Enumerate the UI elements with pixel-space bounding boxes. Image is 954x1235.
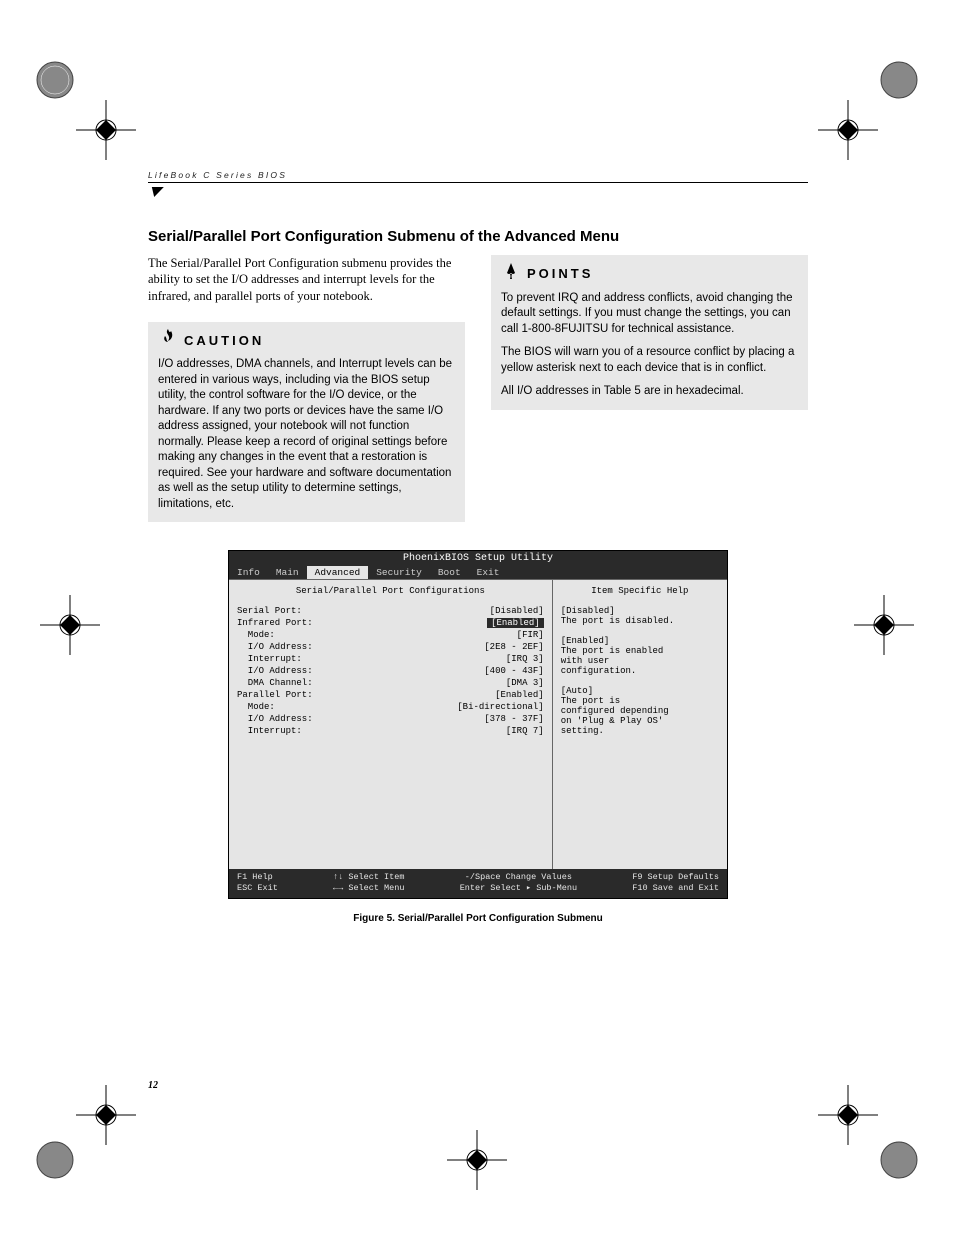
points-p2: The BIOS will warn you of a resource con… [501, 345, 798, 376]
section-title: Serial/Parallel Port Configuration Subme… [148, 228, 808, 245]
bios-setting-label: Mode: [237, 702, 275, 712]
caution-callout: CAUTION I/O addresses, DMA channels, and… [148, 322, 465, 523]
points-callout: POINTS To prevent IRQ and address confli… [491, 255, 808, 410]
bios-setting-value: [FIR] [517, 630, 544, 640]
bios-setting-row: Parallel Port: [Enabled] [237, 690, 544, 700]
bios-help-line: configured depending [561, 706, 719, 716]
bios-setting-label: I/O Address: [237, 642, 313, 652]
bios-tab: Advanced [307, 566, 369, 579]
section-marker-icon [148, 187, 164, 197]
footer-f10: F10 Save and Exit [632, 883, 719, 894]
bios-setting-label: Parallel Port: [237, 690, 313, 700]
bios-help-line: with user [561, 656, 719, 666]
bios-menubar: InfoMainAdvancedSecurityBootExit [229, 566, 727, 579]
crosshair-icon [818, 1085, 878, 1145]
caution-label: CAUTION [184, 332, 264, 350]
regmark-icon [30, 55, 80, 105]
bios-tab: Info [229, 566, 268, 579]
bios-setting-row: Mode: [FIR] [237, 630, 544, 640]
bios-setting-label: Mode: [237, 630, 275, 640]
bios-setting-value: [Disabled] [490, 606, 544, 616]
bios-help-line: [Disabled] [561, 606, 719, 616]
crosshair-icon [818, 100, 878, 160]
bios-setting-row: Mode: [Bi-directional] [237, 702, 544, 712]
regmark-icon [874, 55, 924, 105]
bios-setting-value: [2E8 - 2EF] [484, 642, 543, 652]
bios-setting-value: [IRQ 7] [506, 726, 544, 736]
bios-tab: Security [368, 566, 430, 579]
bios-setting-row: Interrupt: [IRQ 7] [237, 726, 544, 736]
bios-subtitle: Serial/Parallel Port Configurations [237, 586, 544, 596]
bios-help-line: [Enabled] [561, 636, 719, 646]
bios-help-line [561, 676, 719, 686]
crosshair-icon [447, 1130, 507, 1190]
footer-select-item: ↑↓ Select Item [333, 872, 404, 883]
pen-icon [501, 261, 521, 287]
bios-help-heading: Item Specific Help [561, 586, 719, 596]
bios-setting-row: Serial Port: [Disabled] [237, 606, 544, 616]
bios-help-line: configuration. [561, 666, 719, 676]
bios-setting-value: [Enabled] [487, 618, 544, 628]
caution-body: I/O addresses, DMA channels, and Interru… [158, 357, 455, 512]
bios-tab: Boot [430, 566, 469, 579]
points-p3: All I/O addresses in Table 5 are in hexa… [501, 384, 798, 400]
bios-setting-value: [DMA 3] [506, 678, 544, 688]
bios-setting-value: [378 - 37F] [484, 714, 543, 724]
bios-setting-row: I/O Address: [400 - 43F] [237, 666, 544, 676]
bios-setting-row: I/O Address: [378 - 37F] [237, 714, 544, 724]
crosshair-icon [40, 595, 100, 655]
bios-setting-row: DMA Channel: [DMA 3] [237, 678, 544, 688]
points-label: POINTS [527, 265, 593, 283]
bios-help-line: [Auto] [561, 686, 719, 696]
footer-f1: F1 Help [237, 872, 273, 883]
bios-setting-label: Interrupt: [237, 654, 302, 664]
bios-help-line: The port is enabled [561, 646, 719, 656]
bios-tab: Main [268, 566, 307, 579]
figure-caption: Figure 5. Serial/Parallel Port Configura… [228, 913, 728, 924]
crosshair-icon [854, 595, 914, 655]
bios-setting-label: DMA Channel: [237, 678, 313, 688]
bios-setting-label: Interrupt: [237, 726, 302, 736]
running-header: LifeBook C Series BIOS [148, 170, 808, 180]
bios-help-line: The port is [561, 696, 719, 706]
footer-select-menu: ←→ Select Menu [333, 883, 404, 894]
bios-help-line: The port is disabled. [561, 616, 719, 626]
footer-change-values: -/Space Change Values [465, 872, 572, 883]
bios-setting-label: I/O Address: [237, 714, 313, 724]
bios-setting-label: I/O Address: [237, 666, 313, 676]
bios-setting-value: [Bi-directional] [457, 702, 543, 712]
intro-paragraph: The Serial/Parallel Port Configuration s… [148, 255, 465, 304]
bios-help-line: setting. [561, 726, 719, 736]
header-rule [148, 182, 808, 183]
bios-setting-label: Infrared Port: [237, 618, 313, 628]
bios-setting-row: Infrared Port: [Enabled] [237, 618, 544, 628]
crosshair-icon [76, 100, 136, 160]
crosshair-icon [76, 1085, 136, 1145]
bios-setting-row: Interrupt: [IRQ 3] [237, 654, 544, 664]
bios-setting-label: Serial Port: [237, 606, 302, 616]
points-p1: To prevent IRQ and address conflicts, av… [501, 291, 798, 338]
bios-help-line: on 'Plug & Play OS' [561, 716, 719, 726]
footer-f9: F9 Setup Defaults [632, 872, 719, 883]
bios-title: PhoenixBIOS Setup Utility [229, 551, 727, 566]
bios-figure: PhoenixBIOS Setup Utility InfoMainAdvanc… [228, 550, 728, 923]
bios-help-line [561, 626, 719, 636]
bios-setting-value: [IRQ 3] [506, 654, 544, 664]
flame-icon [158, 328, 178, 354]
page-number: 12 [148, 1080, 158, 1091]
bios-setting-value: [400 - 43F] [484, 666, 543, 676]
footer-enter: Enter Select ▸ Sub-Menu [460, 883, 577, 894]
regmark-icon [30, 1135, 80, 1185]
bios-setting-row: I/O Address: [2E8 - 2EF] [237, 642, 544, 652]
footer-esc: ESC Exit [237, 883, 278, 894]
regmark-icon [874, 1135, 924, 1185]
bios-setting-value: [Enabled] [495, 690, 544, 700]
bios-tab: Exit [469, 566, 508, 579]
bios-footer: F1 Help ↑↓ Select Item -/Space Change Va… [229, 869, 727, 897]
